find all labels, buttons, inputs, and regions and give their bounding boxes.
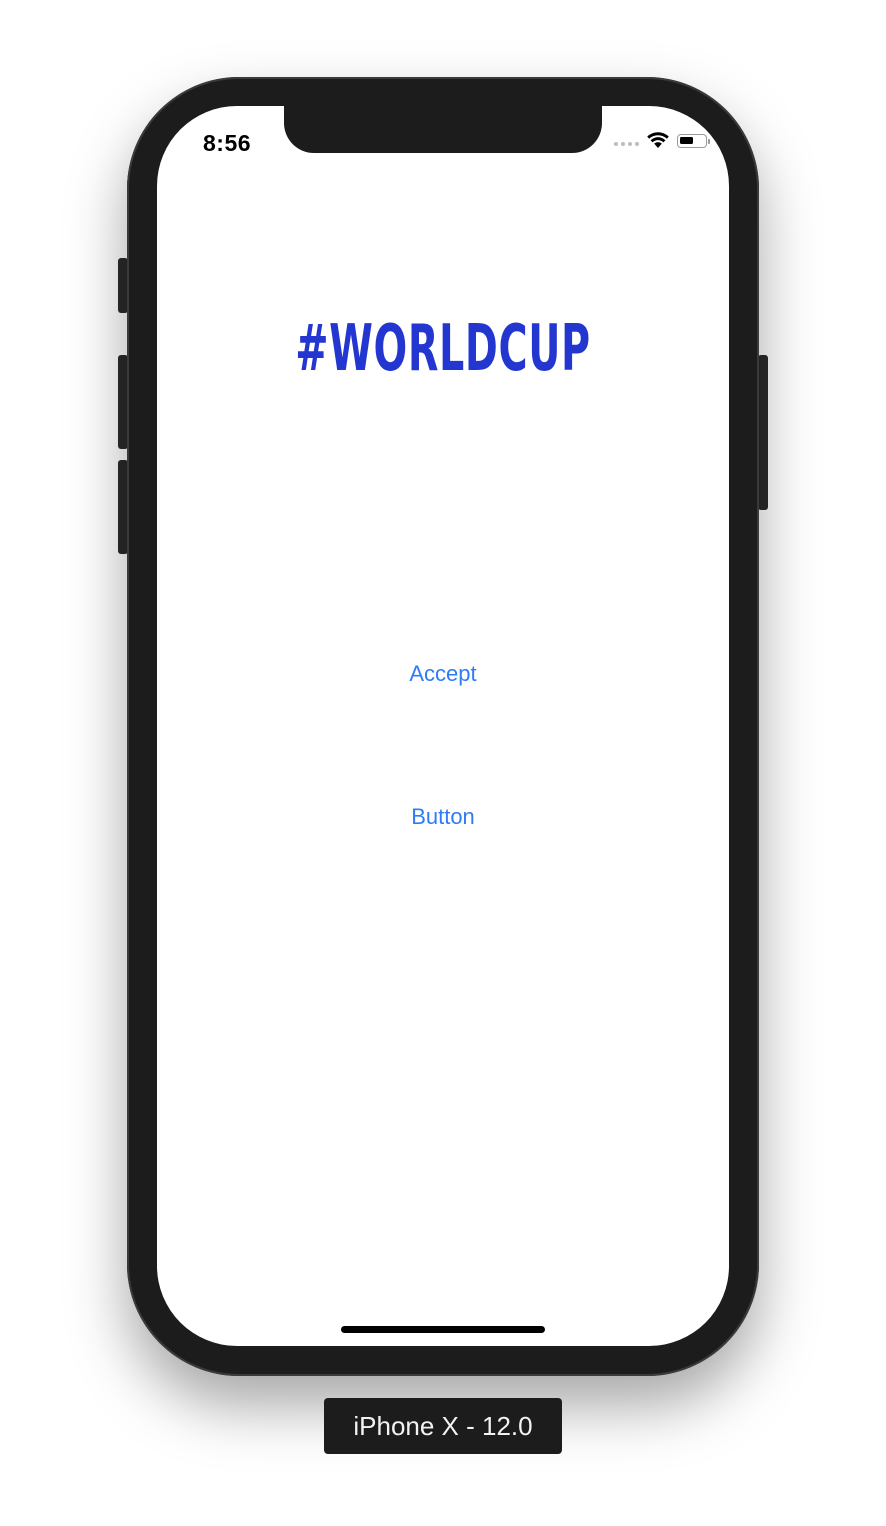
cellular-signal-icon [614, 141, 639, 146]
battery-level-fill [680, 136, 693, 144]
simulator-device-label: iPhone X - 12.0 [324, 1398, 562, 1454]
side-power-button [758, 355, 768, 510]
battery-icon [677, 133, 710, 148]
generic-button[interactable]: Button [157, 804, 729, 830]
status-indicators [614, 132, 710, 149]
phone-screen: 8:56 #WORLDCUP Accept Button [157, 106, 729, 1346]
wifi-icon [647, 132, 669, 148]
status-time: 8:56 [203, 130, 252, 156]
accept-button[interactable]: Accept [157, 661, 729, 687]
notch [284, 106, 602, 153]
home-indicator[interactable] [341, 1326, 545, 1333]
worldcup-title: #WORLDCUP [295, 312, 591, 386]
